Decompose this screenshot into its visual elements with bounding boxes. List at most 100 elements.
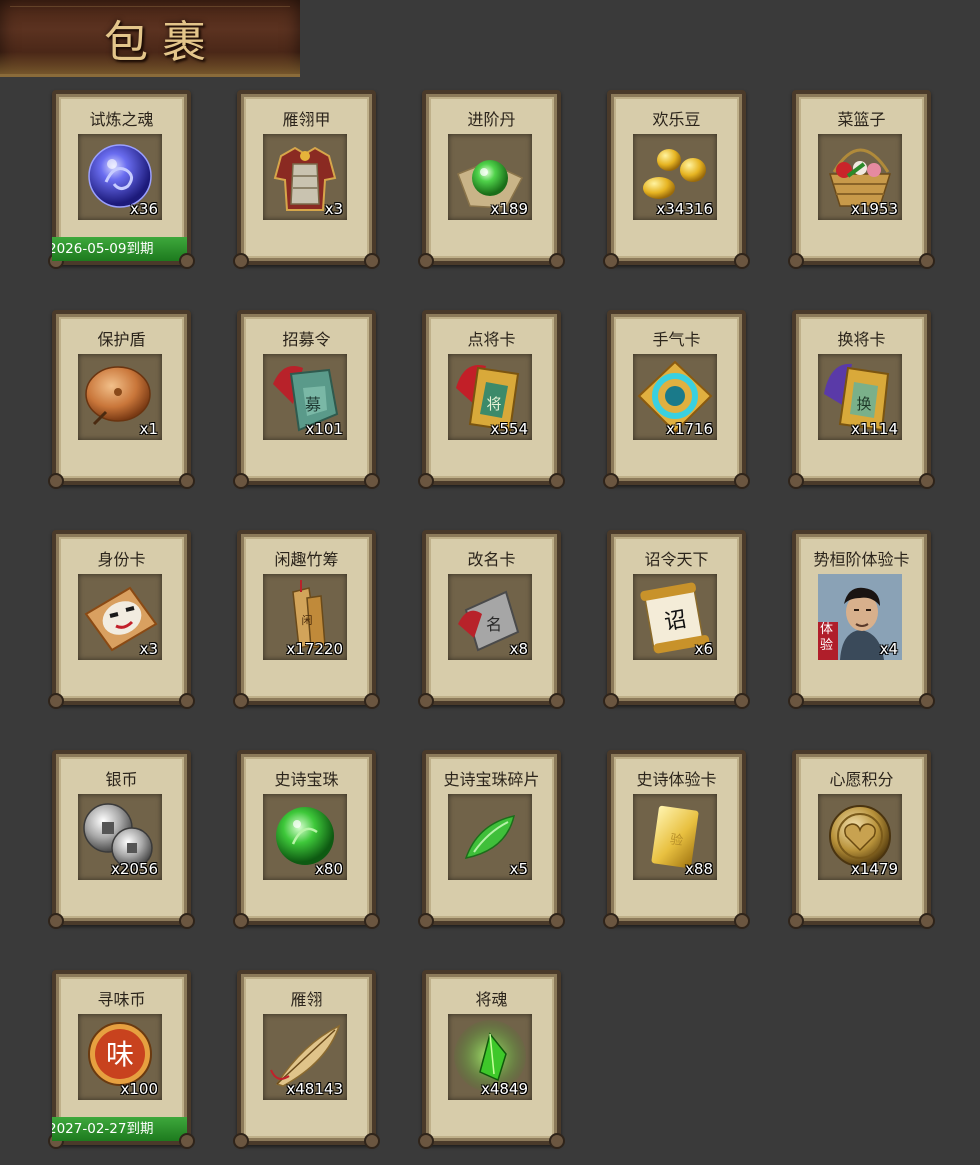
page-title: 包裹 xyxy=(104,17,220,68)
item-quantity: x36 xyxy=(130,200,158,218)
item-quantity: x8 xyxy=(509,640,528,658)
item-card[interactable]: 银币 x2056 xyxy=(48,750,195,929)
item-icon-box: 验 x88 xyxy=(633,794,717,880)
item-quantity: x101 xyxy=(305,420,343,438)
item-icon-box: x3 xyxy=(78,574,162,660)
item-name: 雁翎 xyxy=(290,990,323,1009)
item-quantity: x88 xyxy=(685,860,713,878)
item-card[interactable]: 换将卡 换 x1114 xyxy=(788,310,935,489)
item-quantity: x6 xyxy=(694,640,713,658)
item-name: 势桓阶体验卡 xyxy=(813,550,910,569)
item-name: 菜篮子 xyxy=(837,110,886,129)
item-quantity: x34316 xyxy=(656,200,713,218)
item-icon-box: 将 x554 xyxy=(448,354,532,440)
item-name: 雁翎甲 xyxy=(282,110,331,129)
inventory-title-banner: 包裹 xyxy=(0,0,300,77)
item-name: 保护盾 xyxy=(97,330,146,349)
expiry-badge: 2026-05-09到期 xyxy=(52,237,187,261)
svg-text:将: 将 xyxy=(486,395,501,413)
item-quantity: x1479 xyxy=(850,860,898,878)
item-name: 进阶丹 xyxy=(467,110,516,129)
item-icon-box: 名 x8 xyxy=(448,574,532,660)
item-quantity: x1 xyxy=(139,420,158,438)
item-name: 改名卡 xyxy=(467,550,516,569)
item-icon-box: x48143 xyxy=(263,1014,347,1100)
item-quantity: x80 xyxy=(315,860,343,878)
item-card[interactable]: 菜篮子 x1953 xyxy=(788,90,935,269)
item-icon-box: 味 x100 xyxy=(78,1014,162,1100)
item-quantity: x4 xyxy=(879,640,898,658)
svg-text:名: 名 xyxy=(486,615,502,634)
coin-char: 味 xyxy=(106,1038,134,1071)
item-icon-box: x5 xyxy=(448,794,532,880)
item-name: 诏令天下 xyxy=(644,550,709,569)
item-icon-box: x1953 xyxy=(818,134,902,220)
item-name: 将魂 xyxy=(475,990,508,1009)
item-name: 史诗体验卡 xyxy=(636,770,717,789)
item-icon-box: x3 xyxy=(263,134,347,220)
item-icon-box: x80 xyxy=(263,794,347,880)
item-card[interactable]: 雁翎甲 x3 xyxy=(233,90,380,269)
item-name: 招募令 xyxy=(282,330,331,349)
item-quantity: x5 xyxy=(509,860,528,878)
item-card[interactable]: 将魂 x4849 xyxy=(418,970,565,1149)
item-name: 史诗宝珠碎片 xyxy=(443,770,540,789)
item-quantity: x1114 xyxy=(850,420,898,438)
item-card[interactable]: 保护盾 x1 xyxy=(48,310,195,489)
item-card[interactable]: 欢乐豆 x34316 xyxy=(603,90,750,269)
item-card[interactable]: 闲趣竹筹 闲 x17220 xyxy=(233,530,380,709)
item-icon-box: 体验 x4 xyxy=(818,574,902,660)
item-name: 点将卡 xyxy=(467,330,516,349)
trial-tag: 体验 xyxy=(820,622,834,653)
item-card[interactable]: 势桓阶体验卡 体验 x4 xyxy=(788,530,935,709)
item-icon-box: x1479 xyxy=(818,794,902,880)
item-icon-box: x2056 xyxy=(78,794,162,880)
item-name: 换将卡 xyxy=(837,330,886,349)
item-icon-box: 诏 x6 xyxy=(633,574,717,660)
svg-text:诏: 诏 xyxy=(662,607,688,635)
item-card[interactable]: 史诗体验卡 验 x88 xyxy=(603,750,750,929)
item-name: 史诗宝珠 xyxy=(274,770,339,789)
svg-text:换: 换 xyxy=(856,395,871,413)
item-name: 心愿积分 xyxy=(829,770,894,789)
item-icon-box: x36 xyxy=(78,134,162,220)
item-name: 寻味币 xyxy=(97,990,146,1009)
item-card[interactable]: 史诗宝珠碎片 x5 xyxy=(418,750,565,929)
item-name: 手气卡 xyxy=(652,330,701,349)
item-icon-box: x189 xyxy=(448,134,532,220)
item-name: 闲趣竹筹 xyxy=(274,550,339,569)
item-card[interactable]: 心愿积分 x1479 xyxy=(788,750,935,929)
item-name: 身份卡 xyxy=(97,550,146,569)
item-card[interactable]: 史诗宝珠 x80 xyxy=(233,750,380,929)
item-card[interactable]: 试炼之魂 x36 2026-05-09到期 xyxy=(48,90,195,269)
item-icon-box: x1 xyxy=(78,354,162,440)
item-card[interactable]: 进阶丹 x189 xyxy=(418,90,565,269)
item-card[interactable]: 身份卡 x3 xyxy=(48,530,195,709)
svg-text:验: 验 xyxy=(669,831,684,849)
item-quantity: x48143 xyxy=(286,1080,343,1098)
item-card[interactable]: 点将卡 将 x554 xyxy=(418,310,565,489)
svg-text:闲: 闲 xyxy=(302,613,313,627)
item-quantity: x1716 xyxy=(665,420,713,438)
item-card[interactable]: 改名卡 名 x8 xyxy=(418,530,565,709)
expiry-badge: 2027-02-27到期 xyxy=(52,1117,187,1141)
item-name: 试炼之魂 xyxy=(89,110,154,129)
item-card[interactable]: 雁翎 x48143 xyxy=(233,970,380,1149)
item-quantity: x189 xyxy=(490,200,528,218)
item-icon-box: 募 x101 xyxy=(263,354,347,440)
item-card[interactable]: 招募令 募 x101 xyxy=(233,310,380,489)
item-icon-box: x34316 xyxy=(633,134,717,220)
item-card[interactable]: 诏令天下 诏 x6 xyxy=(603,530,750,709)
item-quantity: x4849 xyxy=(480,1080,528,1098)
item-icon-box: x4849 xyxy=(448,1014,532,1100)
item-card[interactable]: 寻味币 味 x100 2027-02-27到期 xyxy=(48,970,195,1149)
item-card[interactable]: 手气卡 x1716 xyxy=(603,310,750,489)
svg-text:募: 募 xyxy=(305,395,321,414)
item-quantity: x3 xyxy=(324,200,343,218)
item-quantity: x1953 xyxy=(850,200,898,218)
item-quantity: x17220 xyxy=(286,640,343,658)
item-name: 欢乐豆 xyxy=(652,110,701,129)
item-name: 银币 xyxy=(105,770,138,789)
item-quantity: x100 xyxy=(120,1080,158,1098)
item-icon-box: 闲 x17220 xyxy=(263,574,347,660)
